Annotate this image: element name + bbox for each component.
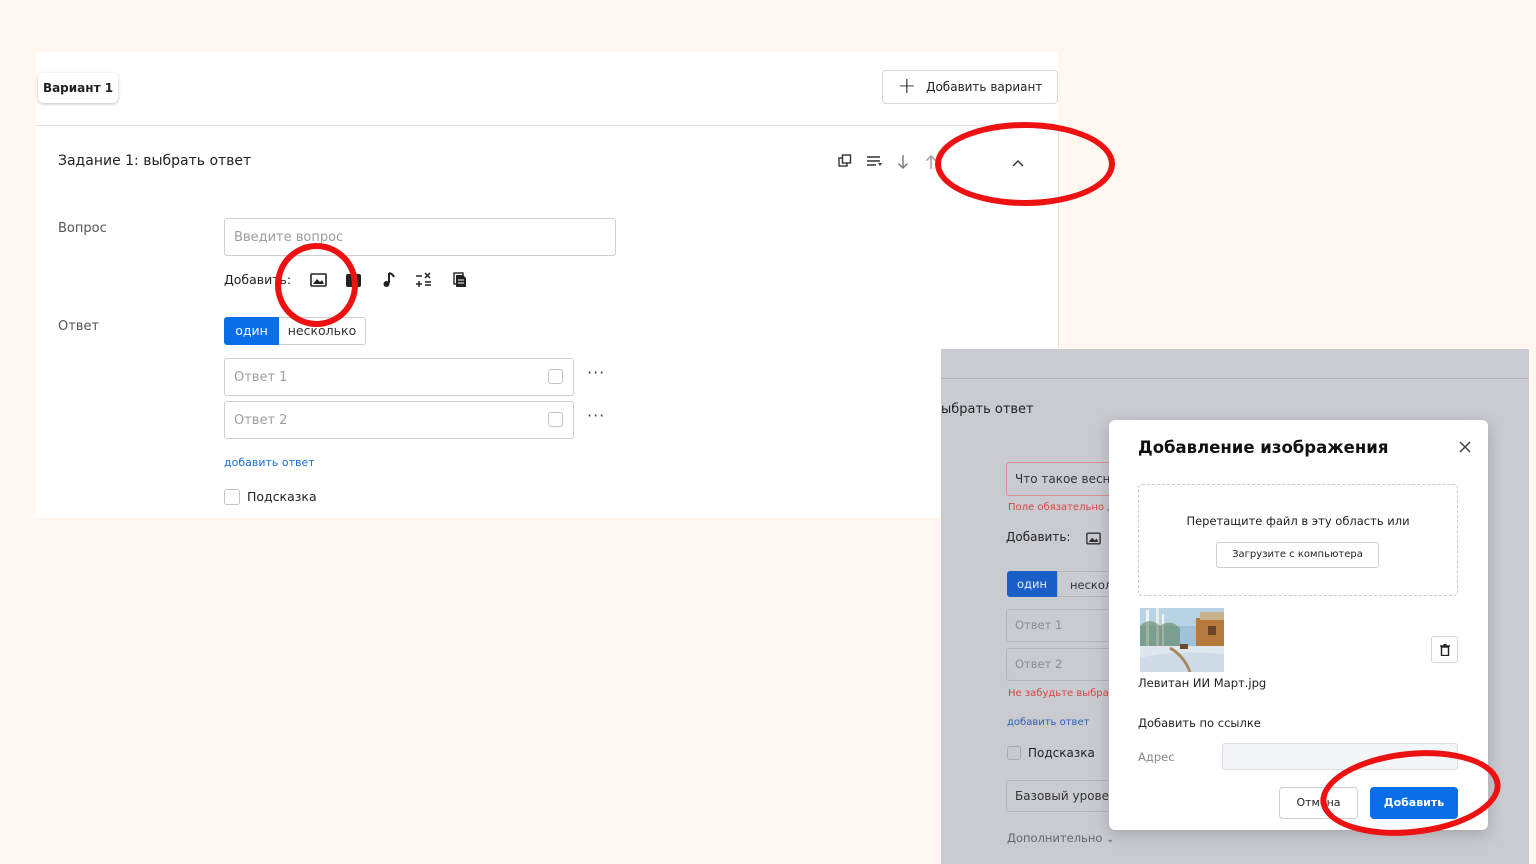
background-add-label: Добавить: [1006,530,1071,544]
delete-image-button[interactable] [1431,636,1458,663]
modal-title: Добавление изображения [1138,438,1389,457]
background-hint-checkbox [1007,746,1021,760]
answer-2-more-button[interactable]: ··· [587,406,605,425]
video-icon[interactable] [344,272,362,288]
background-image-icon [1086,530,1101,549]
mode-multiple-button[interactable]: несколько [279,317,366,345]
formula-icon[interactable] [415,272,433,288]
trash-icon [1439,643,1450,656]
question-placeholder: Введите вопрос [234,229,344,245]
drop-zone[interactable] [1138,484,1458,596]
background-divider [941,378,1529,379]
arrow-up-icon[interactable] [922,154,940,172]
background-mode-multiple: нескол [1057,571,1117,597]
chevron-down-icon: ⌄ [1106,834,1115,845]
background-question-value: Что такое весна [1015,472,1118,486]
answer-label: Ответ [58,319,100,334]
answer-2-input[interactable]: Ответ 2 [224,401,574,439]
answer-1-input[interactable]: Ответ 1 [224,358,574,396]
task-editor-panel [36,52,1058,518]
hint-checkbox[interactable] [224,489,240,505]
document-icon[interactable] [451,272,469,288]
background-additional-label: Дополнительно [1007,831,1103,845]
plus-icon: + [897,74,917,99]
answer-1-more-button[interactable]: ··· [587,363,605,382]
background-answer-2: Ответ 2 [1006,648,1126,681]
hint-label: Подсказка [247,489,317,504]
background-level-select: Базовый уровен [1006,780,1126,812]
tab-variant-1[interactable]: Вариант 1 [38,73,118,103]
cancel-button[interactable]: Отмена [1279,787,1358,819]
add-answer-link[interactable]: добавить ответ [224,456,315,469]
background-answer-1: Ответ 1 [1006,609,1126,642]
task-title: Задание 1: выбрать ответ [58,153,252,169]
collapse-chevron-icon[interactable] [1009,154,1027,172]
header-divider [36,125,1058,126]
add-media-label: Добавить: [224,272,292,287]
close-icon[interactable] [1458,439,1474,455]
background-answer-error: Не забудьте выбрат [1008,688,1115,699]
image-icon[interactable] [309,272,327,288]
question-input[interactable]: Введите вопрос [224,218,616,256]
add-button[interactable]: Добавить [1370,787,1458,819]
background-additional: Дополнительно ⌄ [1007,831,1114,845]
background-hint-label: Подсказка [1028,746,1095,760]
file-name: Левитан ИИ Март.jpg [1138,676,1267,690]
background-task-title: ыбрать ответ [941,402,1034,417]
music-note-icon[interactable] [380,272,398,288]
background-required-error: Поле обязательно д [1008,502,1115,513]
answer-1-checkbox[interactable] [548,369,563,384]
background-add-answer-link: добавить ответ [1007,717,1090,728]
upload-from-computer-button[interactable]: Загрузите с компьютера [1216,542,1379,568]
add-variant-button[interactable]: + Добавить вариант [882,70,1058,104]
copy-icon[interactable] [836,154,854,172]
address-label: Адрес [1138,750,1175,764]
arrow-down-icon[interactable] [894,154,912,172]
answer-2-placeholder: Ответ 2 [234,412,288,428]
by-link-title: Добавить по ссылке [1138,716,1261,730]
list-settings-icon[interactable] [865,154,883,172]
address-input[interactable] [1222,743,1458,770]
answer-1-placeholder: Ответ 1 [234,369,288,385]
drop-zone-text: Перетащите файл в эту область или [1186,514,1410,528]
add-variant-label: Добавить вариант [926,80,1043,94]
answer-2-checkbox[interactable] [548,412,563,427]
panel-border [1058,125,1059,350]
mode-single-button[interactable]: один [224,317,279,345]
background-question-input: Что такое весна [1006,462,1126,496]
question-label: Вопрос [58,221,107,236]
background-mode-single: один [1007,571,1057,597]
image-thumbnail [1140,608,1224,672]
